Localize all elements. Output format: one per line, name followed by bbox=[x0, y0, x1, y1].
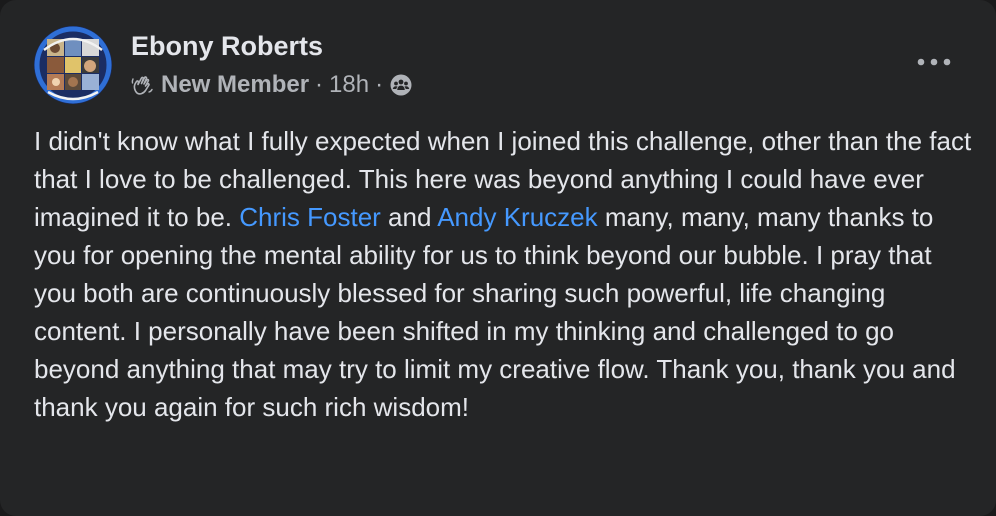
avatar[interactable] bbox=[34, 26, 112, 104]
mention-link[interactable]: Andy Kruczek bbox=[437, 202, 597, 232]
meta-separator: · bbox=[375, 71, 384, 98]
author-name[interactable]: Ebony Roberts bbox=[131, 29, 323, 63]
post-body: I didn't know what I fully expected when… bbox=[34, 122, 979, 426]
avatar-collage-image bbox=[34, 26, 112, 104]
post-meta: New Member · 18h · bbox=[130, 70, 413, 100]
member-badge-label[interactable]: New Member bbox=[161, 70, 309, 100]
post-card: Ebony Roberts New Member · 18h · I didn'… bbox=[0, 0, 996, 516]
mention-link[interactable]: Chris Foster bbox=[239, 202, 381, 232]
post-text-segment: many, many, many thanks to you for openi… bbox=[34, 202, 956, 422]
group-audience-icon[interactable] bbox=[389, 73, 413, 97]
waving-hand-icon bbox=[130, 73, 154, 97]
post-text-segment: and bbox=[380, 202, 438, 232]
more-options-icon bbox=[917, 53, 951, 71]
post-timestamp[interactable]: 18h bbox=[329, 70, 369, 100]
more-options-button[interactable] bbox=[912, 48, 956, 76]
meta-separator: · bbox=[315, 71, 324, 98]
